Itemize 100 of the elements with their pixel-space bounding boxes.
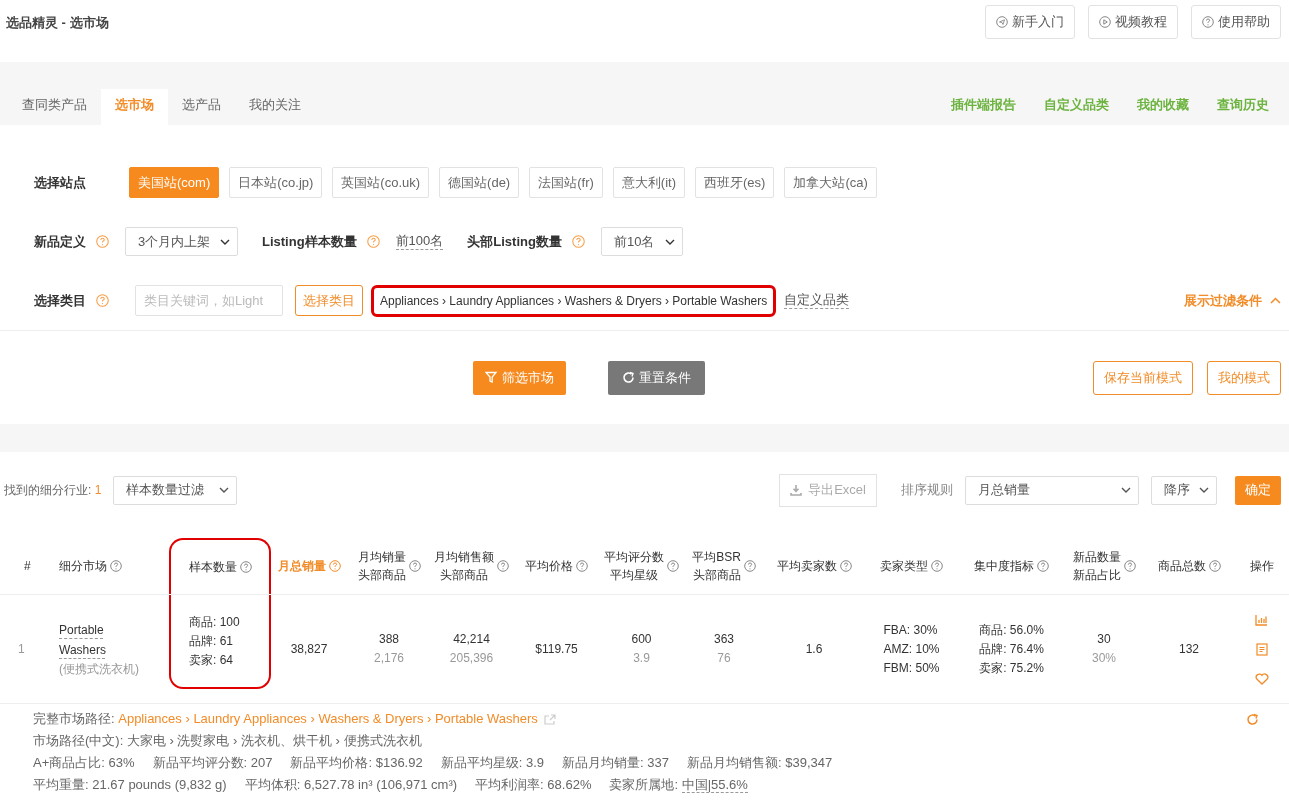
help-button[interactable]: 新手入门 [985,5,1075,39]
found-count: 找到的细分行业: 1 [4,481,102,499]
chevron-down-icon [664,238,675,245]
market-chinese-name: (便携式洗衣机) [59,660,139,678]
site-option[interactable]: 加拿大站(ca) [784,167,877,198]
table-cell-text: FBA: 30% AMZ: 10% FBM: 50% [883,621,940,677]
help-icon[interactable] [366,235,380,248]
help-icon[interactable] [96,294,109,307]
sort-select[interactable]: 月总销量 [965,475,1139,505]
site-option[interactable]: 日本站(co.jp) [229,167,323,198]
head-count-select[interactable]: 前10名 [600,227,683,256]
refresh-icon [621,371,635,384]
sample-filter-select[interactable]: 样本数量过滤 [113,475,238,505]
chevron-down-icon [1121,487,1131,493]
site-option[interactable]: 法国站(fr) [529,167,603,198]
table-cell-secondary: 2,176 [374,650,404,667]
stat-item: 新品月均销量: 337 [562,754,669,772]
help-icon[interactable] [667,560,679,572]
stat-item: 平均体积: 6,527.78 in³ (106,971 cm³) [244,776,458,794]
column-header: 平均评分数 平均星级 [604,549,664,584]
new-product-select[interactable]: 3个月内上架 [125,227,238,256]
bar-chart-icon[interactable] [1255,613,1268,626]
column-header: 月均销售额 头部商品 [434,549,494,584]
nav-tab[interactable]: 选产品 [168,89,235,125]
nav-tab[interactable]: 查同类产品 [8,89,101,125]
sample-count-value[interactable]: 前100名 [395,233,444,250]
column-header: 集中度指标 [974,558,1034,575]
chevron-up-icon[interactable] [1270,297,1281,304]
table-cell-secondary: 30% [1092,650,1116,667]
order-select[interactable]: 降序 [1151,475,1217,505]
site-option[interactable]: 德国站(de) [439,167,520,198]
column-header: 月均销量 头部商品 [357,549,406,584]
column-header: 卖家类型 [880,558,928,575]
column-header: 细分市场 [59,558,107,575]
help-icon[interactable] [1123,560,1136,572]
site-option[interactable]: 意大利(it) [612,167,685,198]
help-icon[interactable] [408,560,421,572]
reset-button[interactable]: 重置条件 [607,360,705,395]
help-icon[interactable] [1208,560,1221,572]
help-icon[interactable] [576,560,588,572]
sort-label: 排序规则 [901,481,953,499]
document-icon[interactable] [1255,642,1268,656]
help-icon[interactable] [931,560,943,572]
help-button[interactable]: 视频教程 [1088,5,1178,39]
stat-item: A+商品占比: 63% [33,754,135,772]
column-header: 平均BSR 头部商品 [692,549,741,584]
market-name-link[interactable]: Portable Washers [59,619,119,660]
column-header: 新品数量 新品占比 [1072,549,1121,584]
column-header: 平均卖家数 [776,558,837,575]
send-icon [996,16,1008,28]
market-path-chinese: 市场路径(中文): 大家电 › 洗熨家电 › 洗衣机、烘干机 › 便携式洗衣机 [33,732,422,750]
table-cell-secondary: 76 [717,650,731,667]
custom-category-link[interactable]: 自定义品类 [784,292,850,309]
table-cell-text: 363 [714,631,734,648]
help-icon[interactable] [497,560,509,572]
column-header: # [24,558,31,575]
share-icon[interactable] [543,713,556,725]
help-icon[interactable] [110,560,122,572]
column-header: 样本数量 [188,559,237,576]
table-cell-text: 商品: 100 品牌: 61 卖家: 64 [189,613,240,669]
row-index: 1 [18,640,25,658]
filter-icon [484,371,498,384]
market-path: 完整市场路径: Appliances › Laundry Appliances › Washers & Dryers › Portable Washers [33,710,538,728]
chevron-down-icon [219,487,230,493]
stat-item: 卖家所属地: 中国|55.6% [609,776,748,794]
column-header: 月总销量 [277,558,326,575]
help-icon[interactable] [571,235,585,248]
category-breadcrumb: Appliances › Laundry Appliances › Washers & Dryers › Portable Washers [371,284,777,317]
help-icon[interactable] [1037,560,1049,572]
nav-tab[interactable]: 我的关注 [235,89,315,125]
category-search-field[interactable]: 类目关键词，如Light [135,285,283,316]
help-icon[interactable] [839,560,852,572]
table-cell-text: 388 [379,631,399,648]
table-cell-text: 42,214 [453,631,490,648]
site-label: 选择站点 [34,173,87,192]
heart-icon[interactable] [1254,672,1269,685]
stat-item: 新品月均销售额: $39,347 [686,754,833,772]
table-cell-text: 商品: 56.0% 品牌: 76.4% 卖家: 75.2% [979,621,1044,677]
refresh-icon[interactable] [1246,712,1259,726]
app-title: 选品精灵 - 选市场 [6,14,109,32]
chevron-down-icon [1199,487,1209,493]
help-icon[interactable] [743,560,756,572]
field-label: 选择类目 [34,291,86,310]
help-icon[interactable] [96,235,109,248]
field-label: Listing样本数量 [262,232,357,251]
help-icon[interactable] [239,561,252,573]
stat-item: 新品平均价格: $136.92 [290,754,423,772]
site-option[interactable]: 西班牙(es) [695,167,775,198]
table-cell-text: 600 [631,631,652,648]
help-button[interactable]: 使用帮助 [1191,5,1281,39]
site-option[interactable]: 英国站(co.uk) [332,167,430,198]
help-icon [1202,16,1214,28]
table-cell-text: 38,827 [290,640,328,658]
table-cell-secondary: 3.9 [633,650,650,667]
table-cell-text: 132 [1179,640,1199,658]
field-label: 新品定义 [34,232,86,251]
table-cell-text: $119.75 [535,640,578,658]
chevron-down-icon [220,238,230,245]
help-icon[interactable] [328,560,341,572]
field-label: 头部Listing数量 [467,232,562,251]
